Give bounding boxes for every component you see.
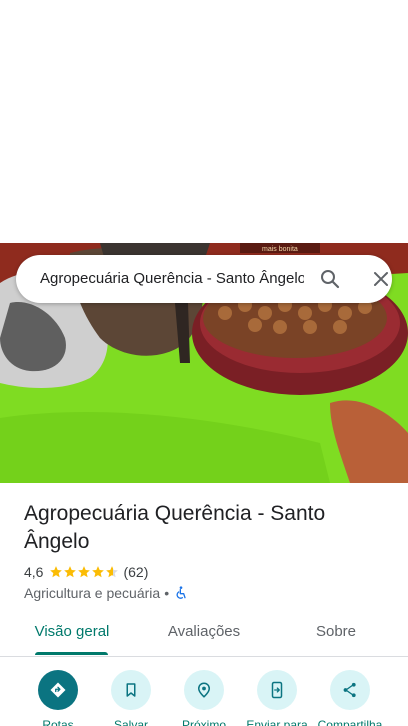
svg-text:mais bonita: mais bonita [262,246,298,253]
star-icon [92,566,105,578]
separator: • [164,585,170,601]
review-count[interactable]: (62) [123,564,148,580]
place-title: Agropecuária Querência - Santo Ângelo [24,502,326,553]
blank-map-area [0,0,408,243]
search-input[interactable]: Agropecuária Querência - Santo Ângelo [40,255,304,303]
place-category: Agricultura e pecuária [24,585,161,601]
share-icon [330,670,370,710]
star-icon [78,566,91,578]
rating-row[interactable]: 4,6 (62) [24,562,148,582]
search-bar[interactable]: Agropecuária Querência - Santo Ângelo [16,255,392,303]
send-to-phone-icon [257,670,297,710]
half-star-icon [106,566,119,578]
nearby-label: Próximo [181,718,226,726]
search-icon[interactable] [318,267,342,291]
category-row: Agricultura e pecuária • [24,583,189,603]
action-bar: Rotas Salvar Próximo Enviar para Compart… [0,668,408,726]
star-rating [49,565,119,579]
directions-label: Rotas [42,718,74,726]
tab-about[interactable]: Sobre [290,611,382,656]
save-button[interactable]: Salvar [94,668,168,726]
close-icon[interactable] [369,267,393,291]
directions-icon [38,670,78,710]
nearby-icon [184,670,224,710]
directions-button[interactable]: Rotas [21,668,95,726]
share-label: Compartilha [317,718,383,726]
star-icon [64,566,77,578]
star-icon [50,566,63,578]
tab-bar: Visão geral Avaliações Sobre [0,611,408,657]
save-label: Salvar [113,718,148,726]
bookmark-icon [111,670,151,710]
wheelchair-icon[interactable] [173,585,189,601]
send-to-phone-label: Enviar para [246,718,308,726]
tab-reviews[interactable]: Avaliações [150,611,258,656]
tab-overview[interactable]: Visão geral [20,611,124,656]
share-button[interactable]: Compartilha [313,668,387,726]
rating-value: 4,6 [24,564,44,580]
active-tab-indicator [35,652,108,655]
send-to-phone-button[interactable]: Enviar para [240,668,314,726]
nearby-button[interactable]: Próximo [167,668,241,726]
